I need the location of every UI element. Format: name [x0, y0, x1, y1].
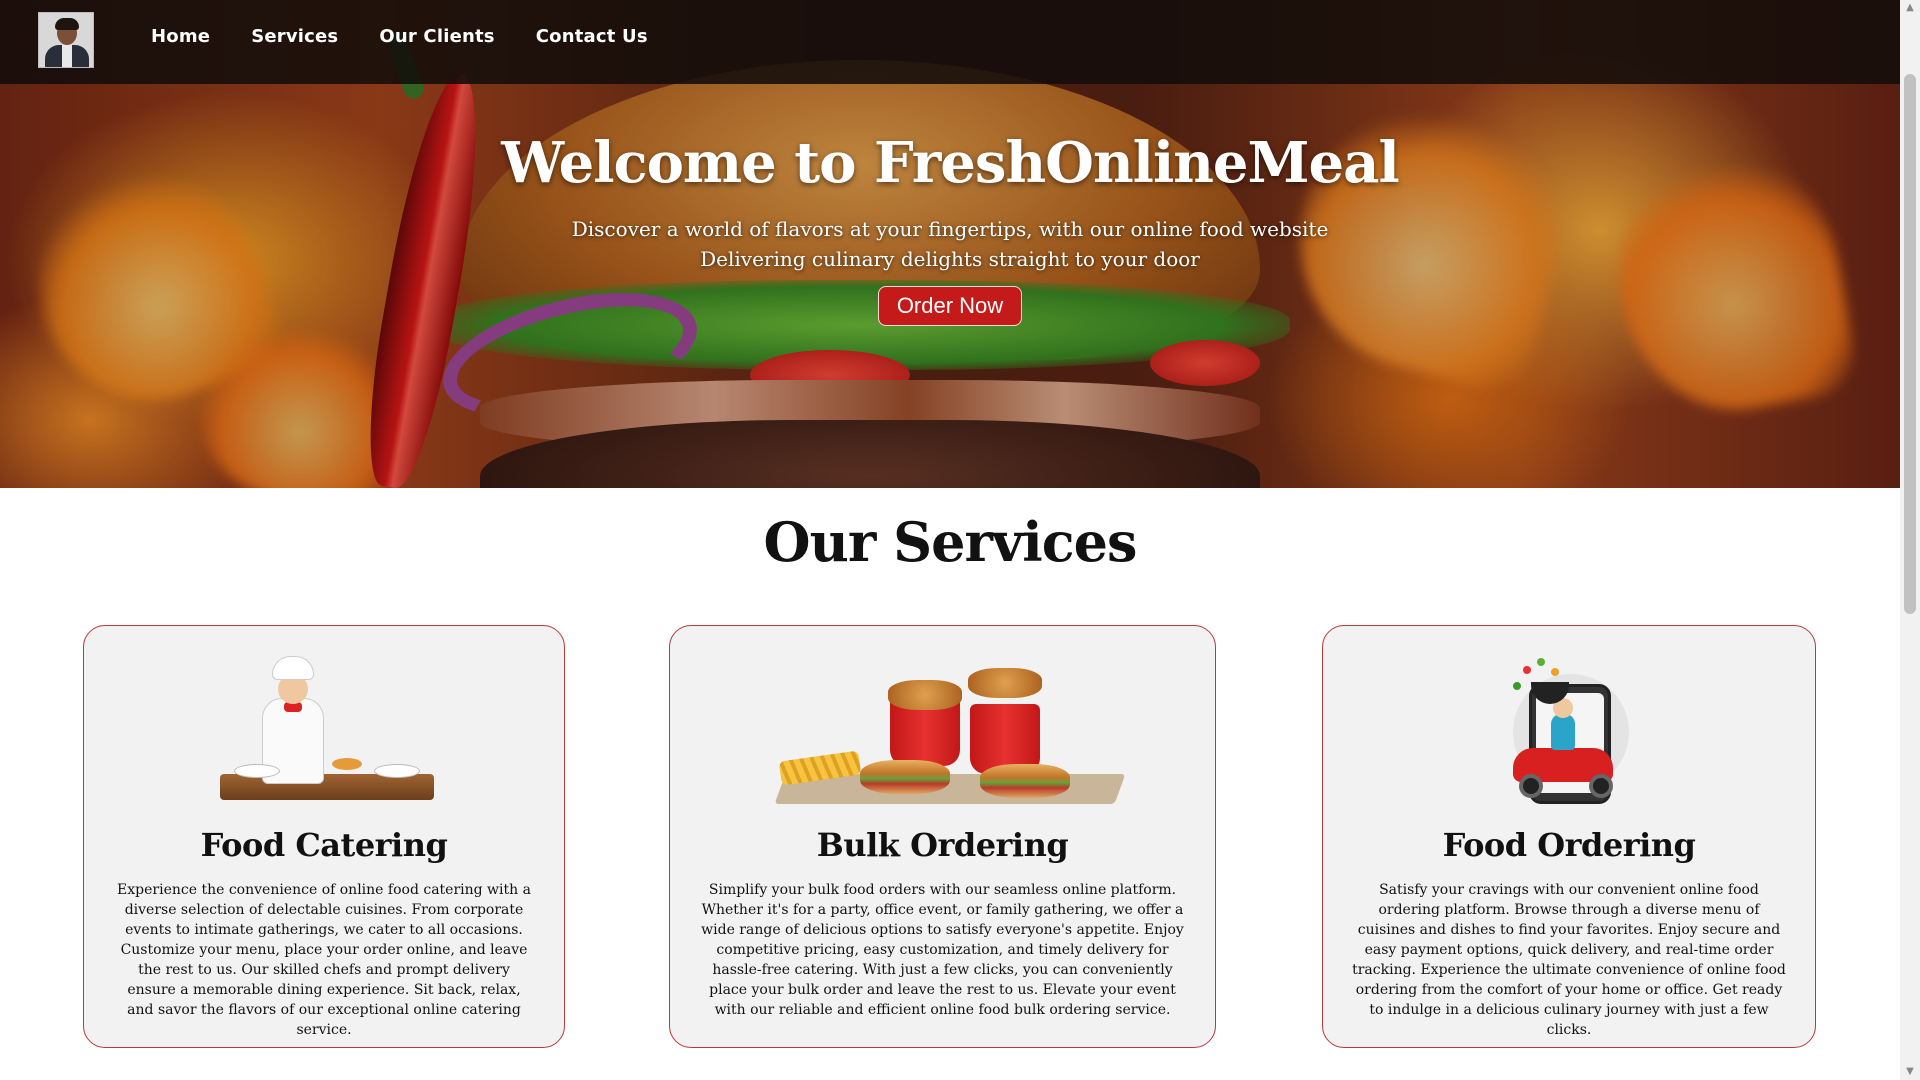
- nav-contact-us-link[interactable]: Contact Us: [536, 26, 648, 47]
- avatar-hair: [55, 18, 79, 30]
- avatar[interactable]: [38, 12, 94, 68]
- rider: [1551, 714, 1575, 750]
- card-description: Simplify your bulk food orders with our …: [701, 882, 1184, 1018]
- delivery-scooter-icon: [1323, 656, 1815, 826]
- plate: [374, 764, 420, 778]
- top-navbar: Home Services Our Clients Contact Us: [0, 0, 1900, 84]
- hero-subtitle-line1: Discover a world of flavors at your fing…: [571, 217, 1329, 241]
- food-sprinkle: [1537, 658, 1545, 666]
- chef-icon: [84, 656, 564, 826]
- avatar-shirt: [62, 45, 72, 67]
- order-now-button[interactable]: Order Now: [877, 286, 1023, 326]
- service-card-food-catering: Food Catering Experience the convenience…: [83, 625, 565, 1048]
- scroll-up-icon[interactable]: ▲: [1904, 2, 1916, 14]
- food-sprinkle: [1513, 682, 1521, 690]
- nav-our-clients-link[interactable]: Our Clients: [379, 26, 494, 47]
- nav-services-link[interactable]: Services: [251, 26, 338, 47]
- dish: [332, 758, 362, 770]
- chicken-pieces: [888, 680, 962, 710]
- nav-home-link[interactable]: Home: [151, 26, 210, 47]
- nav-links: Home Services Our Clients Contact Us: [151, 26, 648, 47]
- services-heading: Our Services: [763, 510, 1138, 574]
- food-sprinkle: [1551, 668, 1559, 676]
- card-title: Food Ordering: [1442, 826, 1696, 864]
- plate: [234, 764, 280, 778]
- chef-hat: [272, 656, 314, 680]
- page-scrollbar[interactable]: ▲ ▼: [1900, 0, 1920, 1080]
- card-description: Satisfy your cravings with our convenien…: [1352, 882, 1786, 1038]
- chicken-pieces: [968, 668, 1042, 698]
- sandwich: [980, 764, 1070, 798]
- hero-content: Welcome to FreshOnlineMeal Discover a wo…: [0, 130, 1900, 326]
- food-sprinkle: [1523, 666, 1531, 674]
- card-title: Food Catering: [200, 826, 448, 864]
- bulk-food-icon: [670, 656, 1215, 826]
- wheel: [1519, 774, 1543, 798]
- card-description: Experience the convenience of online foo…: [117, 882, 531, 1038]
- wheel: [1589, 774, 1613, 798]
- service-card-food-ordering: Food Ordering Satisfy your cravings with…: [1322, 625, 1816, 1048]
- sandwich: [860, 760, 950, 794]
- scroll-down-icon[interactable]: ▼: [1904, 1066, 1916, 1078]
- hero-subtitle-line2: Delivering culinary delights straight to…: [700, 247, 1200, 271]
- card-title: Bulk Ordering: [816, 826, 1069, 864]
- hero-subtitle: Discover a world of flavors at your fing…: [0, 214, 1900, 274]
- service-card-bulk-ordering: Bulk Ordering Simplify your bulk food or…: [669, 625, 1216, 1048]
- hero-title: Welcome to FreshOnlineMeal: [501, 130, 1399, 196]
- scrollbar-thumb[interactable]: [1904, 74, 1916, 614]
